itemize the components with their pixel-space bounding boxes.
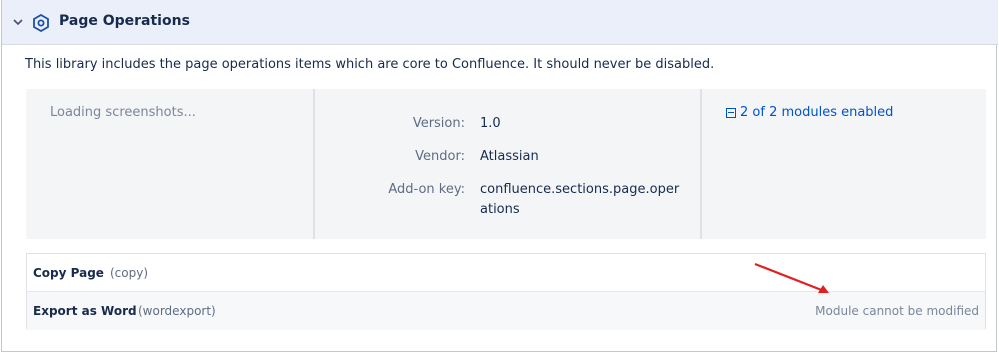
addon-key-value: confluence.sections.page.oper ations bbox=[480, 180, 680, 220]
vendor-value: Atlassian bbox=[480, 149, 539, 164]
plugin-description: This library includes the page operation… bbox=[25, 57, 715, 72]
addon-key-label: Add-on key: bbox=[388, 182, 465, 197]
plugin-header[interactable]: Page Operations bbox=[2, 0, 998, 45]
plugin-title[interactable]: Page Operations bbox=[59, 13, 190, 29]
column-divider bbox=[700, 89, 702, 239]
column-divider bbox=[313, 89, 315, 239]
module-key: (wordexport) bbox=[138, 304, 216, 318]
chevron-down-icon[interactable] bbox=[13, 17, 23, 27]
module-name: Copy Page bbox=[33, 266, 104, 280]
vendor-label: Vendor: bbox=[415, 149, 465, 164]
module-row[interactable]: Copy Page (copy) bbox=[27, 254, 985, 292]
plugin-icon bbox=[33, 13, 49, 33]
version-value: 1.0 bbox=[480, 116, 501, 131]
module-key: (copy) bbox=[110, 266, 149, 280]
module-status: Module cannot be modified bbox=[815, 304, 979, 318]
modules-enabled-link[interactable]: 2 of 2 modules enabled bbox=[740, 105, 893, 120]
collapse-icon[interactable] bbox=[726, 107, 736, 118]
module-row[interactable]: Export as Word (wordexport) Module canno… bbox=[27, 292, 985, 330]
annotation-arrow-icon bbox=[754, 262, 829, 293]
version-label: Version: bbox=[412, 116, 465, 131]
plugin-info-box: Loading screenshots... Version: 1.0 Vend… bbox=[26, 89, 986, 239]
screenshots-loading: Loading screenshots... bbox=[50, 105, 196, 120]
addon-key-value-line: confluence.sections.page.oper bbox=[480, 182, 680, 197]
addon-key-value-line: ations bbox=[480, 202, 520, 217]
modules-list: Copy Page (copy) Export as Word (wordexp… bbox=[26, 253, 986, 330]
module-name: Export as Word bbox=[33, 304, 137, 318]
plugin-panel: Page Operations This library includes th… bbox=[1, 0, 998, 352]
modules-toggle[interactable]: 2 of 2 modules enabled bbox=[726, 105, 893, 120]
